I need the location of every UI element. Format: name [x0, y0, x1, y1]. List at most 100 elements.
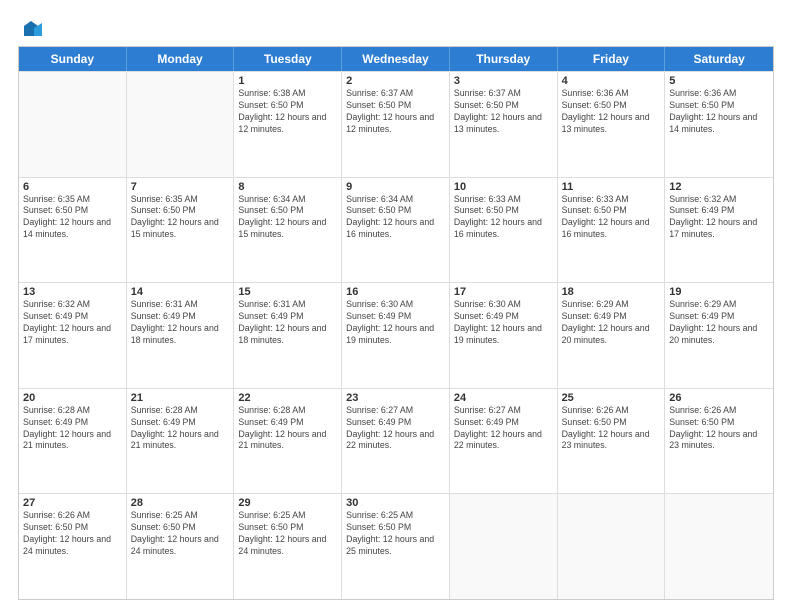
calendar-cell: 12Sunrise: 6:32 AM Sunset: 6:49 PM Dayli… — [665, 178, 773, 283]
day-number: 27 — [23, 497, 122, 509]
calendar-cell: 11Sunrise: 6:33 AM Sunset: 6:50 PM Dayli… — [558, 178, 666, 283]
calendar-cell: 27Sunrise: 6:26 AM Sunset: 6:50 PM Dayli… — [19, 494, 127, 599]
day-number: 23 — [346, 392, 445, 404]
calendar-cell: 8Sunrise: 6:34 AM Sunset: 6:50 PM Daylig… — [234, 178, 342, 283]
day-number: 8 — [238, 181, 337, 193]
day-number: 14 — [131, 286, 230, 298]
calendar-cell: 16Sunrise: 6:30 AM Sunset: 6:49 PM Dayli… — [342, 283, 450, 388]
day-number: 9 — [346, 181, 445, 193]
day-info: Sunrise: 6:27 AM Sunset: 6:49 PM Dayligh… — [454, 405, 553, 453]
calendar-cell: 10Sunrise: 6:33 AM Sunset: 6:50 PM Dayli… — [450, 178, 558, 283]
day-info: Sunrise: 6:26 AM Sunset: 6:50 PM Dayligh… — [23, 510, 122, 558]
day-info: Sunrise: 6:34 AM Sunset: 6:50 PM Dayligh… — [346, 194, 445, 242]
calendar-cell: 21Sunrise: 6:28 AM Sunset: 6:49 PM Dayli… — [127, 389, 235, 494]
calendar-cell: 3Sunrise: 6:37 AM Sunset: 6:50 PM Daylig… — [450, 72, 558, 177]
calendar-cell: 9Sunrise: 6:34 AM Sunset: 6:50 PM Daylig… — [342, 178, 450, 283]
weekday-header: Wednesday — [342, 47, 450, 71]
calendar-cell: 26Sunrise: 6:26 AM Sunset: 6:50 PM Dayli… — [665, 389, 773, 494]
page: SundayMondayTuesdayWednesdayThursdayFrid… — [0, 0, 792, 612]
calendar-cell: 7Sunrise: 6:35 AM Sunset: 6:50 PM Daylig… — [127, 178, 235, 283]
day-info: Sunrise: 6:31 AM Sunset: 6:49 PM Dayligh… — [131, 299, 230, 347]
calendar-cell — [450, 494, 558, 599]
day-number: 26 — [669, 392, 769, 404]
day-info: Sunrise: 6:31 AM Sunset: 6:49 PM Dayligh… — [238, 299, 337, 347]
day-info: Sunrise: 6:30 AM Sunset: 6:49 PM Dayligh… — [346, 299, 445, 347]
day-info: Sunrise: 6:28 AM Sunset: 6:49 PM Dayligh… — [23, 405, 122, 453]
day-info: Sunrise: 6:32 AM Sunset: 6:49 PM Dayligh… — [23, 299, 122, 347]
day-info: Sunrise: 6:27 AM Sunset: 6:49 PM Dayligh… — [346, 405, 445, 453]
day-number: 1 — [238, 75, 337, 87]
day-info: Sunrise: 6:35 AM Sunset: 6:50 PM Dayligh… — [23, 194, 122, 242]
calendar-cell: 2Sunrise: 6:37 AM Sunset: 6:50 PM Daylig… — [342, 72, 450, 177]
weekday-header: Monday — [127, 47, 235, 71]
calendar-cell: 28Sunrise: 6:25 AM Sunset: 6:50 PM Dayli… — [127, 494, 235, 599]
day-number: 24 — [454, 392, 553, 404]
day-info: Sunrise: 6:36 AM Sunset: 6:50 PM Dayligh… — [669, 88, 769, 136]
calendar-cell: 24Sunrise: 6:27 AM Sunset: 6:49 PM Dayli… — [450, 389, 558, 494]
weekday-header: Thursday — [450, 47, 558, 71]
day-info: Sunrise: 6:28 AM Sunset: 6:49 PM Dayligh… — [131, 405, 230, 453]
day-number: 18 — [562, 286, 661, 298]
day-info: Sunrise: 6:32 AM Sunset: 6:49 PM Dayligh… — [669, 194, 769, 242]
calendar-cell — [19, 72, 127, 177]
header — [18, 18, 774, 36]
day-info: Sunrise: 6:29 AM Sunset: 6:49 PM Dayligh… — [669, 299, 769, 347]
logo — [18, 18, 42, 36]
weekday-header: Tuesday — [234, 47, 342, 71]
calendar-cell — [665, 494, 773, 599]
calendar-cell — [127, 72, 235, 177]
day-number: 17 — [454, 286, 553, 298]
day-number: 19 — [669, 286, 769, 298]
day-number: 2 — [346, 75, 445, 87]
day-info: Sunrise: 6:25 AM Sunset: 6:50 PM Dayligh… — [131, 510, 230, 558]
day-number: 21 — [131, 392, 230, 404]
day-number: 16 — [346, 286, 445, 298]
day-info: Sunrise: 6:25 AM Sunset: 6:50 PM Dayligh… — [238, 510, 337, 558]
calendar-cell: 14Sunrise: 6:31 AM Sunset: 6:49 PM Dayli… — [127, 283, 235, 388]
day-number: 30 — [346, 497, 445, 509]
day-info: Sunrise: 6:28 AM Sunset: 6:49 PM Dayligh… — [238, 405, 337, 453]
calendar-cell: 6Sunrise: 6:35 AM Sunset: 6:50 PM Daylig… — [19, 178, 127, 283]
calendar-cell: 20Sunrise: 6:28 AM Sunset: 6:49 PM Dayli… — [19, 389, 127, 494]
calendar-row: 1Sunrise: 6:38 AM Sunset: 6:50 PM Daylig… — [19, 71, 773, 177]
calendar: SundayMondayTuesdayWednesdayThursdayFrid… — [18, 46, 774, 600]
day-number: 13 — [23, 286, 122, 298]
day-info: Sunrise: 6:29 AM Sunset: 6:49 PM Dayligh… — [562, 299, 661, 347]
day-number: 22 — [238, 392, 337, 404]
calendar-row: 20Sunrise: 6:28 AM Sunset: 6:49 PM Dayli… — [19, 388, 773, 494]
day-number: 25 — [562, 392, 661, 404]
calendar-cell: 13Sunrise: 6:32 AM Sunset: 6:49 PM Dayli… — [19, 283, 127, 388]
day-info: Sunrise: 6:25 AM Sunset: 6:50 PM Dayligh… — [346, 510, 445, 558]
day-info: Sunrise: 6:37 AM Sunset: 6:50 PM Dayligh… — [454, 88, 553, 136]
day-info: Sunrise: 6:26 AM Sunset: 6:50 PM Dayligh… — [562, 405, 661, 453]
day-number: 6 — [23, 181, 122, 193]
day-info: Sunrise: 6:30 AM Sunset: 6:49 PM Dayligh… — [454, 299, 553, 347]
day-number: 3 — [454, 75, 553, 87]
day-number: 5 — [669, 75, 769, 87]
calendar-row: 13Sunrise: 6:32 AM Sunset: 6:49 PM Dayli… — [19, 282, 773, 388]
logo-icon — [20, 18, 42, 40]
calendar-row: 6Sunrise: 6:35 AM Sunset: 6:50 PM Daylig… — [19, 177, 773, 283]
calendar-cell: 1Sunrise: 6:38 AM Sunset: 6:50 PM Daylig… — [234, 72, 342, 177]
calendar-cell: 5Sunrise: 6:36 AM Sunset: 6:50 PM Daylig… — [665, 72, 773, 177]
day-info: Sunrise: 6:33 AM Sunset: 6:50 PM Dayligh… — [454, 194, 553, 242]
calendar-cell: 15Sunrise: 6:31 AM Sunset: 6:49 PM Dayli… — [234, 283, 342, 388]
day-info: Sunrise: 6:37 AM Sunset: 6:50 PM Dayligh… — [346, 88, 445, 136]
calendar-cell: 29Sunrise: 6:25 AM Sunset: 6:50 PM Dayli… — [234, 494, 342, 599]
calendar-body: 1Sunrise: 6:38 AM Sunset: 6:50 PM Daylig… — [19, 71, 773, 599]
weekday-header: Saturday — [665, 47, 773, 71]
day-info: Sunrise: 6:35 AM Sunset: 6:50 PM Dayligh… — [131, 194, 230, 242]
day-number: 15 — [238, 286, 337, 298]
day-number: 7 — [131, 181, 230, 193]
calendar-cell — [558, 494, 666, 599]
calendar-cell: 4Sunrise: 6:36 AM Sunset: 6:50 PM Daylig… — [558, 72, 666, 177]
day-number: 29 — [238, 497, 337, 509]
day-number: 11 — [562, 181, 661, 193]
calendar-header-row: SundayMondayTuesdayWednesdayThursdayFrid… — [19, 47, 773, 71]
weekday-header: Sunday — [19, 47, 127, 71]
day-info: Sunrise: 6:36 AM Sunset: 6:50 PM Dayligh… — [562, 88, 661, 136]
day-info: Sunrise: 6:38 AM Sunset: 6:50 PM Dayligh… — [238, 88, 337, 136]
calendar-cell: 17Sunrise: 6:30 AM Sunset: 6:49 PM Dayli… — [450, 283, 558, 388]
weekday-header: Friday — [558, 47, 666, 71]
calendar-cell: 18Sunrise: 6:29 AM Sunset: 6:49 PM Dayli… — [558, 283, 666, 388]
